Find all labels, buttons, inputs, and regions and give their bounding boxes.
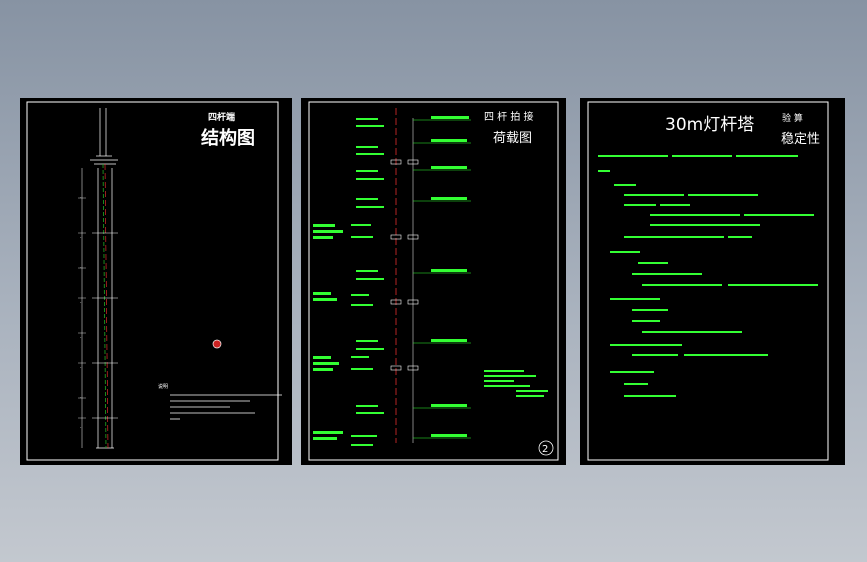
cad-viewer[interactable]: 四杆端 结构图 . . . . . . . . 说明 四 杆 拍 接 荷载图 2… — [0, 0, 867, 562]
svg-text:.: . — [80, 394, 82, 400]
sheet-title-small: 四 杆 拍 接 — [484, 110, 534, 123]
sheet-title-verify: 验 算 — [782, 112, 803, 124]
notes-heading: 说明 — [158, 383, 168, 390]
rebar-line — [102, 163, 107, 449]
dimension-ticks: ... ... .. — [80, 194, 82, 430]
sheet-title-main: 30m灯杆塔 — [665, 115, 754, 135]
structure-drawing: 四杆端 结构图 ... ... .. 说明 — [26, 101, 282, 461]
svg-text:.: . — [80, 234, 82, 240]
calculation-lines — [598, 155, 818, 397]
svg-text:.: . — [80, 264, 82, 270]
drawing-sheet-stability[interactable]: 30m灯杆塔 验 算 稳定性 — [580, 98, 845, 465]
notes-lines — [170, 394, 282, 420]
sheet-title-stability: 稳定性 — [781, 131, 820, 147]
segment-markers — [92, 232, 118, 419]
sheet-number: 2 — [542, 444, 548, 455]
stability-drawing: 30m灯杆塔 验 算 稳定性 — [587, 101, 829, 461]
drawing-sheet-structure[interactable]: 四杆端 结构图 . . . . . . . . 说明 — [20, 98, 292, 465]
sheet-frame — [26, 101, 279, 461]
load-rows-left — [313, 118, 384, 446]
load-drawing: 四 杆 拍 接 荷载图 2 — [308, 101, 559, 461]
sheet-title-small: 四杆端 — [208, 111, 235, 123]
notes-block — [484, 370, 548, 397]
marker-symbol — [212, 339, 222, 349]
svg-text:.: . — [80, 334, 82, 340]
joint-markers — [390, 159, 419, 371]
svg-text:.: . — [80, 299, 82, 305]
load-rows-right — [413, 116, 471, 439]
drawing-sheet-load[interactable]: 四 杆 拍 接 荷载图 2 — [301, 98, 566, 465]
svg-text:.: . — [80, 364, 82, 370]
sheet-title-large: 荷载图 — [493, 131, 532, 146]
sheet-title-large: 结构图 — [201, 127, 255, 149]
svg-text:.: . — [80, 424, 82, 430]
svg-text:.: . — [80, 194, 82, 200]
